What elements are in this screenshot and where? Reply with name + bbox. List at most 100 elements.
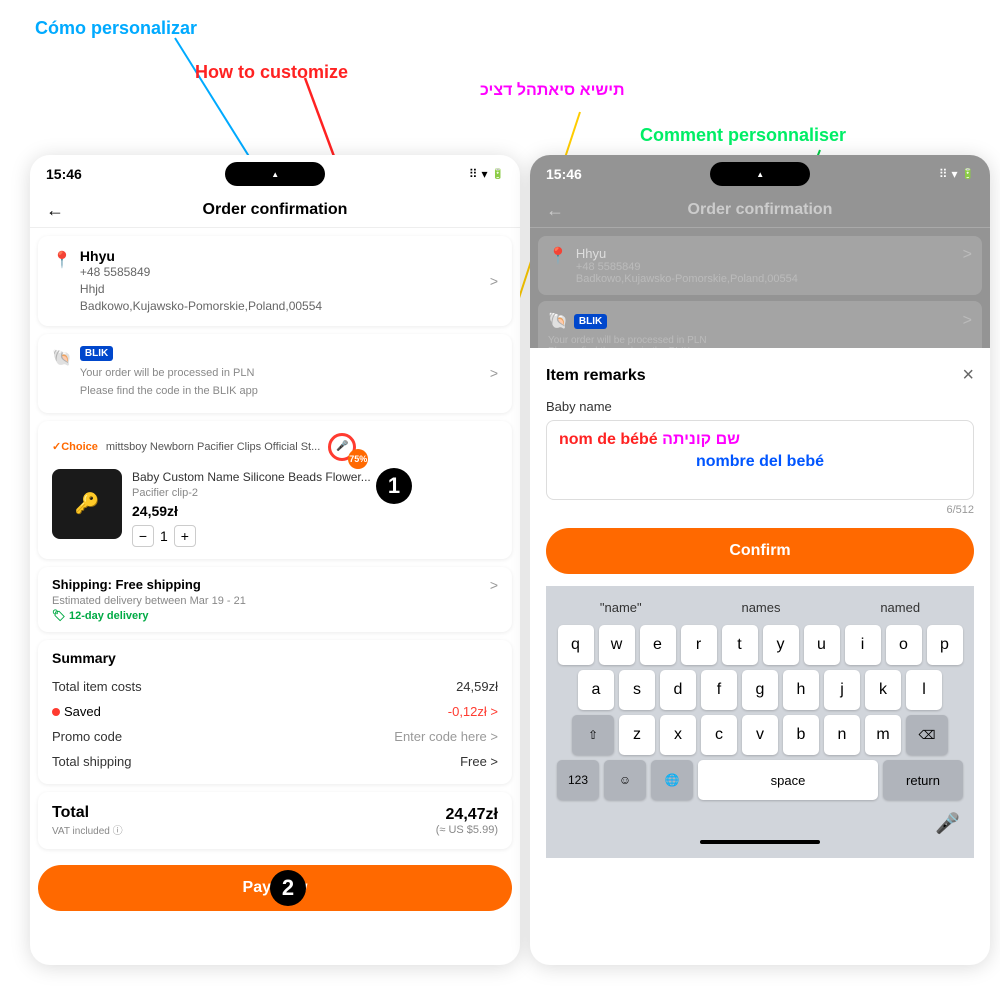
saved-dot [52,708,60,716]
item-remarks-modal: Item remarks × Baby name nom de bébé שם … [530,348,990,874]
qty-value: 1 [160,528,168,544]
key-z[interactable]: z [619,715,655,755]
right-panel: 15:46 ▲ ⠿▾🔋 ← Order confirmation 📍 Hhyu … [530,155,990,965]
confirm-button[interactable]: Confirm [546,528,974,574]
key-i[interactable]: i [845,625,881,665]
back-button-right: ← [546,200,564,221]
annotation-como-personalizar: Cómo personalizar [35,18,197,39]
key-g[interactable]: g [742,670,778,710]
key-x[interactable]: x [660,715,696,755]
address-card[interactable]: 📍 Hhyu +48 5585849 Hhjd Badkowo,Kujawsko… [38,236,512,326]
return-key[interactable]: return [883,760,963,800]
shipping-estimated: Estimated delivery between Mar 19 - 21 [52,595,498,607]
keyboard-row-1: q w e r t y u i o p [550,625,970,665]
field-text-spanish: nombre del bebé [559,453,961,471]
qty-plus[interactable]: + [174,525,196,547]
total-bar: Total VAT included ⓘ 24,47zł (≈ US $5.99… [38,792,512,849]
key-s[interactable]: s [619,670,655,710]
backspace-key[interactable]: ⌫ [906,715,948,755]
key-n[interactable]: n [824,715,860,755]
key-v[interactable]: v [742,715,778,755]
payment-arrow: > [490,365,498,381]
key-p[interactable]: p [927,625,963,665]
time-left: 15:46 [46,166,82,182]
status-bar-left: 15:46 ▲ ⠿▾🔋 [30,155,520,193]
suggestion-2[interactable]: named [872,598,928,617]
dynamic-island-left: ▲ [225,162,325,186]
dynamic-island-right: ▲ [710,162,810,186]
key-d[interactable]: d [660,670,696,710]
key-w[interactable]: w [599,625,635,665]
key-k[interactable]: k [865,670,901,710]
key-m[interactable]: m [865,715,901,755]
key-a[interactable]: a [578,670,614,710]
keyboard-row-2: a s d f g h j k l [550,670,970,710]
baby-name-label: Baby name [546,399,974,414]
status-bar-right: 15:46 ▲ ⠿▾🔋 [530,155,990,193]
total-usd: (≈ US $5.99) [436,824,498,836]
key-r[interactable]: r [681,625,717,665]
nav-title-right: Order confirmation [688,201,833,219]
status-icons-left: ⠿▾🔋 [469,167,504,181]
key-j[interactable]: j [824,670,860,710]
home-indicator [700,840,820,844]
product-price: 24,59zł [132,503,498,519]
key-b[interactable]: b [783,715,819,755]
key-u[interactable]: u [804,625,840,665]
mic-icon[interactable]: 🎤 [935,811,960,836]
product-info: Baby Custom Name Silicone Beads Flower..… [132,469,498,548]
shipping-arrow: > [490,577,498,593]
product-row: 🔑 Baby Custom Name Silicone Beads Flower… [52,469,498,548]
key-l[interactable]: l [906,670,942,710]
space-key[interactable]: space [698,760,878,800]
shipping-section[interactable]: Shipping: Free shipping > Estimated deli… [38,567,512,632]
numbers-key[interactable]: 123 [557,760,599,800]
total-label: Total [52,804,123,822]
key-q[interactable]: q [558,625,594,665]
product-image: 🔑 [52,469,122,539]
modal-header: Item remarks × [546,364,974,387]
char-count: 6/512 [546,504,974,516]
payment-card[interactable]: 🐚 BLIK Your order will be processed in P… [38,334,512,412]
number-2-circle: 2 [270,870,306,906]
qty-minus[interactable]: − [132,525,154,547]
globe-key[interactable]: 🌐 [651,760,693,800]
shift-key[interactable]: ⇧ [572,715,614,755]
choice-badge: ✓Choice [52,440,98,453]
key-h[interactable]: h [783,670,819,710]
key-o[interactable]: o [886,625,922,665]
keyboard-row-4: 123 ☺ 🌐 space return [550,760,970,800]
time-right: 15:46 [546,166,582,182]
product-card: ✓Choice mittsboy Newborn Pacifier Clips … [38,421,512,560]
summary-items-row: Total item costs 24,59zł [52,674,498,699]
promo-label: Promo code [52,729,122,744]
key-e[interactable]: e [640,625,676,665]
address-arrow: > [490,273,498,289]
key-t[interactable]: t [722,625,758,665]
summary-title: Summary [52,650,498,666]
key-y[interactable]: y [763,625,799,665]
baby-name-field[interactable]: nom de bébé שם קוניתה nombre del bebé [546,420,974,500]
saved-label: Saved [52,704,101,719]
back-button-left[interactable]: ← [46,200,64,221]
suggestion-1[interactable]: names [733,598,788,617]
emoji-key[interactable]: ☺ [604,760,646,800]
key-f[interactable]: f [701,670,737,710]
blik-info: Your order will be processed in PLN Plea… [80,365,482,400]
payment-text: BLIK Your order will be processed in PLN… [80,346,482,400]
modal-close-button[interactable]: × [962,364,974,387]
keyboard: "name" names named q w e r t y u i o p a… [546,586,974,858]
payment-icon: 🐚 [52,348,72,368]
suggestion-0[interactable]: "name" [592,598,650,617]
mic-row: 🎤 [550,805,970,840]
shipping-label: Total shipping [52,754,132,769]
summary-shipping-row: Total shipping Free > [52,749,498,774]
summary-promo-row[interactable]: Promo code Enter code here > [52,724,498,749]
items-label: Total item costs [52,679,142,694]
keyboard-suggestions: "name" names named [550,594,970,625]
product-name: Baby Custom Name Silicone Beads Flower..… [132,469,498,486]
key-c[interactable]: c [701,715,737,755]
phone-content-left: 📍 Hhyu +48 5585849 Hhjd Badkowo,Kujawsko… [30,228,520,962]
items-value: 24,59zł [456,679,498,694]
total-amount-right: 24,47zł (≈ US $5.99) [436,806,498,836]
